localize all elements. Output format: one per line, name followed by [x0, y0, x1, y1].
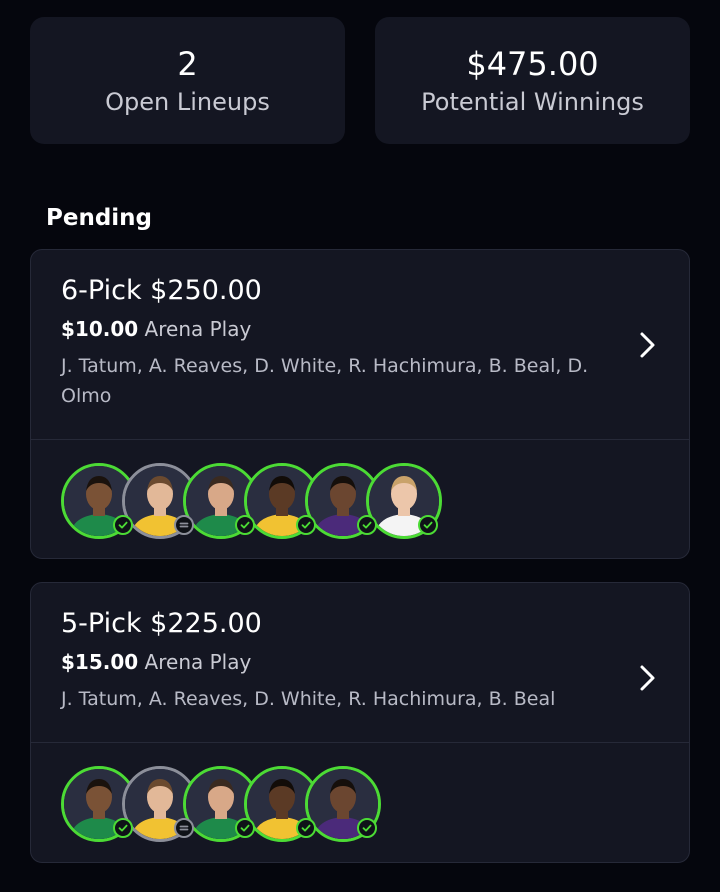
lineup-summary[interactable]: 6-Pick $250.00 $10.00 Arena Play J. Tatu…	[31, 250, 689, 439]
player-avatars	[31, 440, 689, 558]
lineup-title: 5-Pick $225.00	[61, 608, 262, 639]
check-circle-icon	[113, 515, 133, 535]
equals-circle-icon	[174, 515, 194, 535]
check-circle-icon	[296, 515, 316, 535]
check-circle-icon	[418, 515, 438, 535]
game-mode: Arena Play	[144, 650, 252, 674]
chevron-right-icon[interactable]	[635, 328, 661, 362]
lineup-card[interactable]: 6-Pick $250.00 $10.00 Arena Play J. Tatu…	[30, 249, 690, 559]
check-circle-icon	[235, 515, 255, 535]
check-circle-icon	[357, 515, 377, 535]
open-lineups-count: 2	[177, 44, 198, 83]
equals-circle-icon	[174, 818, 194, 838]
lineup-players: J. Tatum, A. Reaves, D. White, R. Hachim…	[61, 688, 556, 710]
check-circle-icon	[357, 818, 377, 838]
lineup-card[interactable]: 5-Pick $225.00 $15.00 Arena Play J. Tatu…	[30, 582, 690, 863]
open-lineups-card: 2 Open Lineups	[30, 17, 345, 144]
open-lineups-label: Open Lineups	[105, 87, 270, 116]
check-circle-icon	[113, 818, 133, 838]
check-circle-icon	[296, 818, 316, 838]
lineup-players: J. Tatum, A. Reaves, D. White, R. Hachim…	[61, 355, 589, 407]
lineup-entry: $15.00 Arena Play	[61, 648, 599, 676]
potential-winnings-label: Potential Winnings	[421, 87, 644, 116]
entry-amount: $15.00	[61, 650, 139, 674]
section-title: Pending	[46, 205, 153, 231]
game-mode: Arena Play	[144, 317, 252, 341]
player-avatars	[31, 743, 689, 862]
lineup-title: 6-Pick $250.00	[61, 275, 262, 306]
check-circle-icon	[235, 818, 255, 838]
entry-amount: $10.00	[61, 317, 139, 341]
chevron-right-icon[interactable]	[635, 661, 661, 695]
potential-winnings-amount: $475.00	[466, 44, 599, 83]
lineup-entry: $10.00 Arena Play	[61, 315, 599, 343]
lineup-summary[interactable]: 5-Pick $225.00 $15.00 Arena Play J. Tatu…	[31, 583, 689, 742]
potential-winnings-card: $475.00 Potential Winnings	[375, 17, 690, 144]
